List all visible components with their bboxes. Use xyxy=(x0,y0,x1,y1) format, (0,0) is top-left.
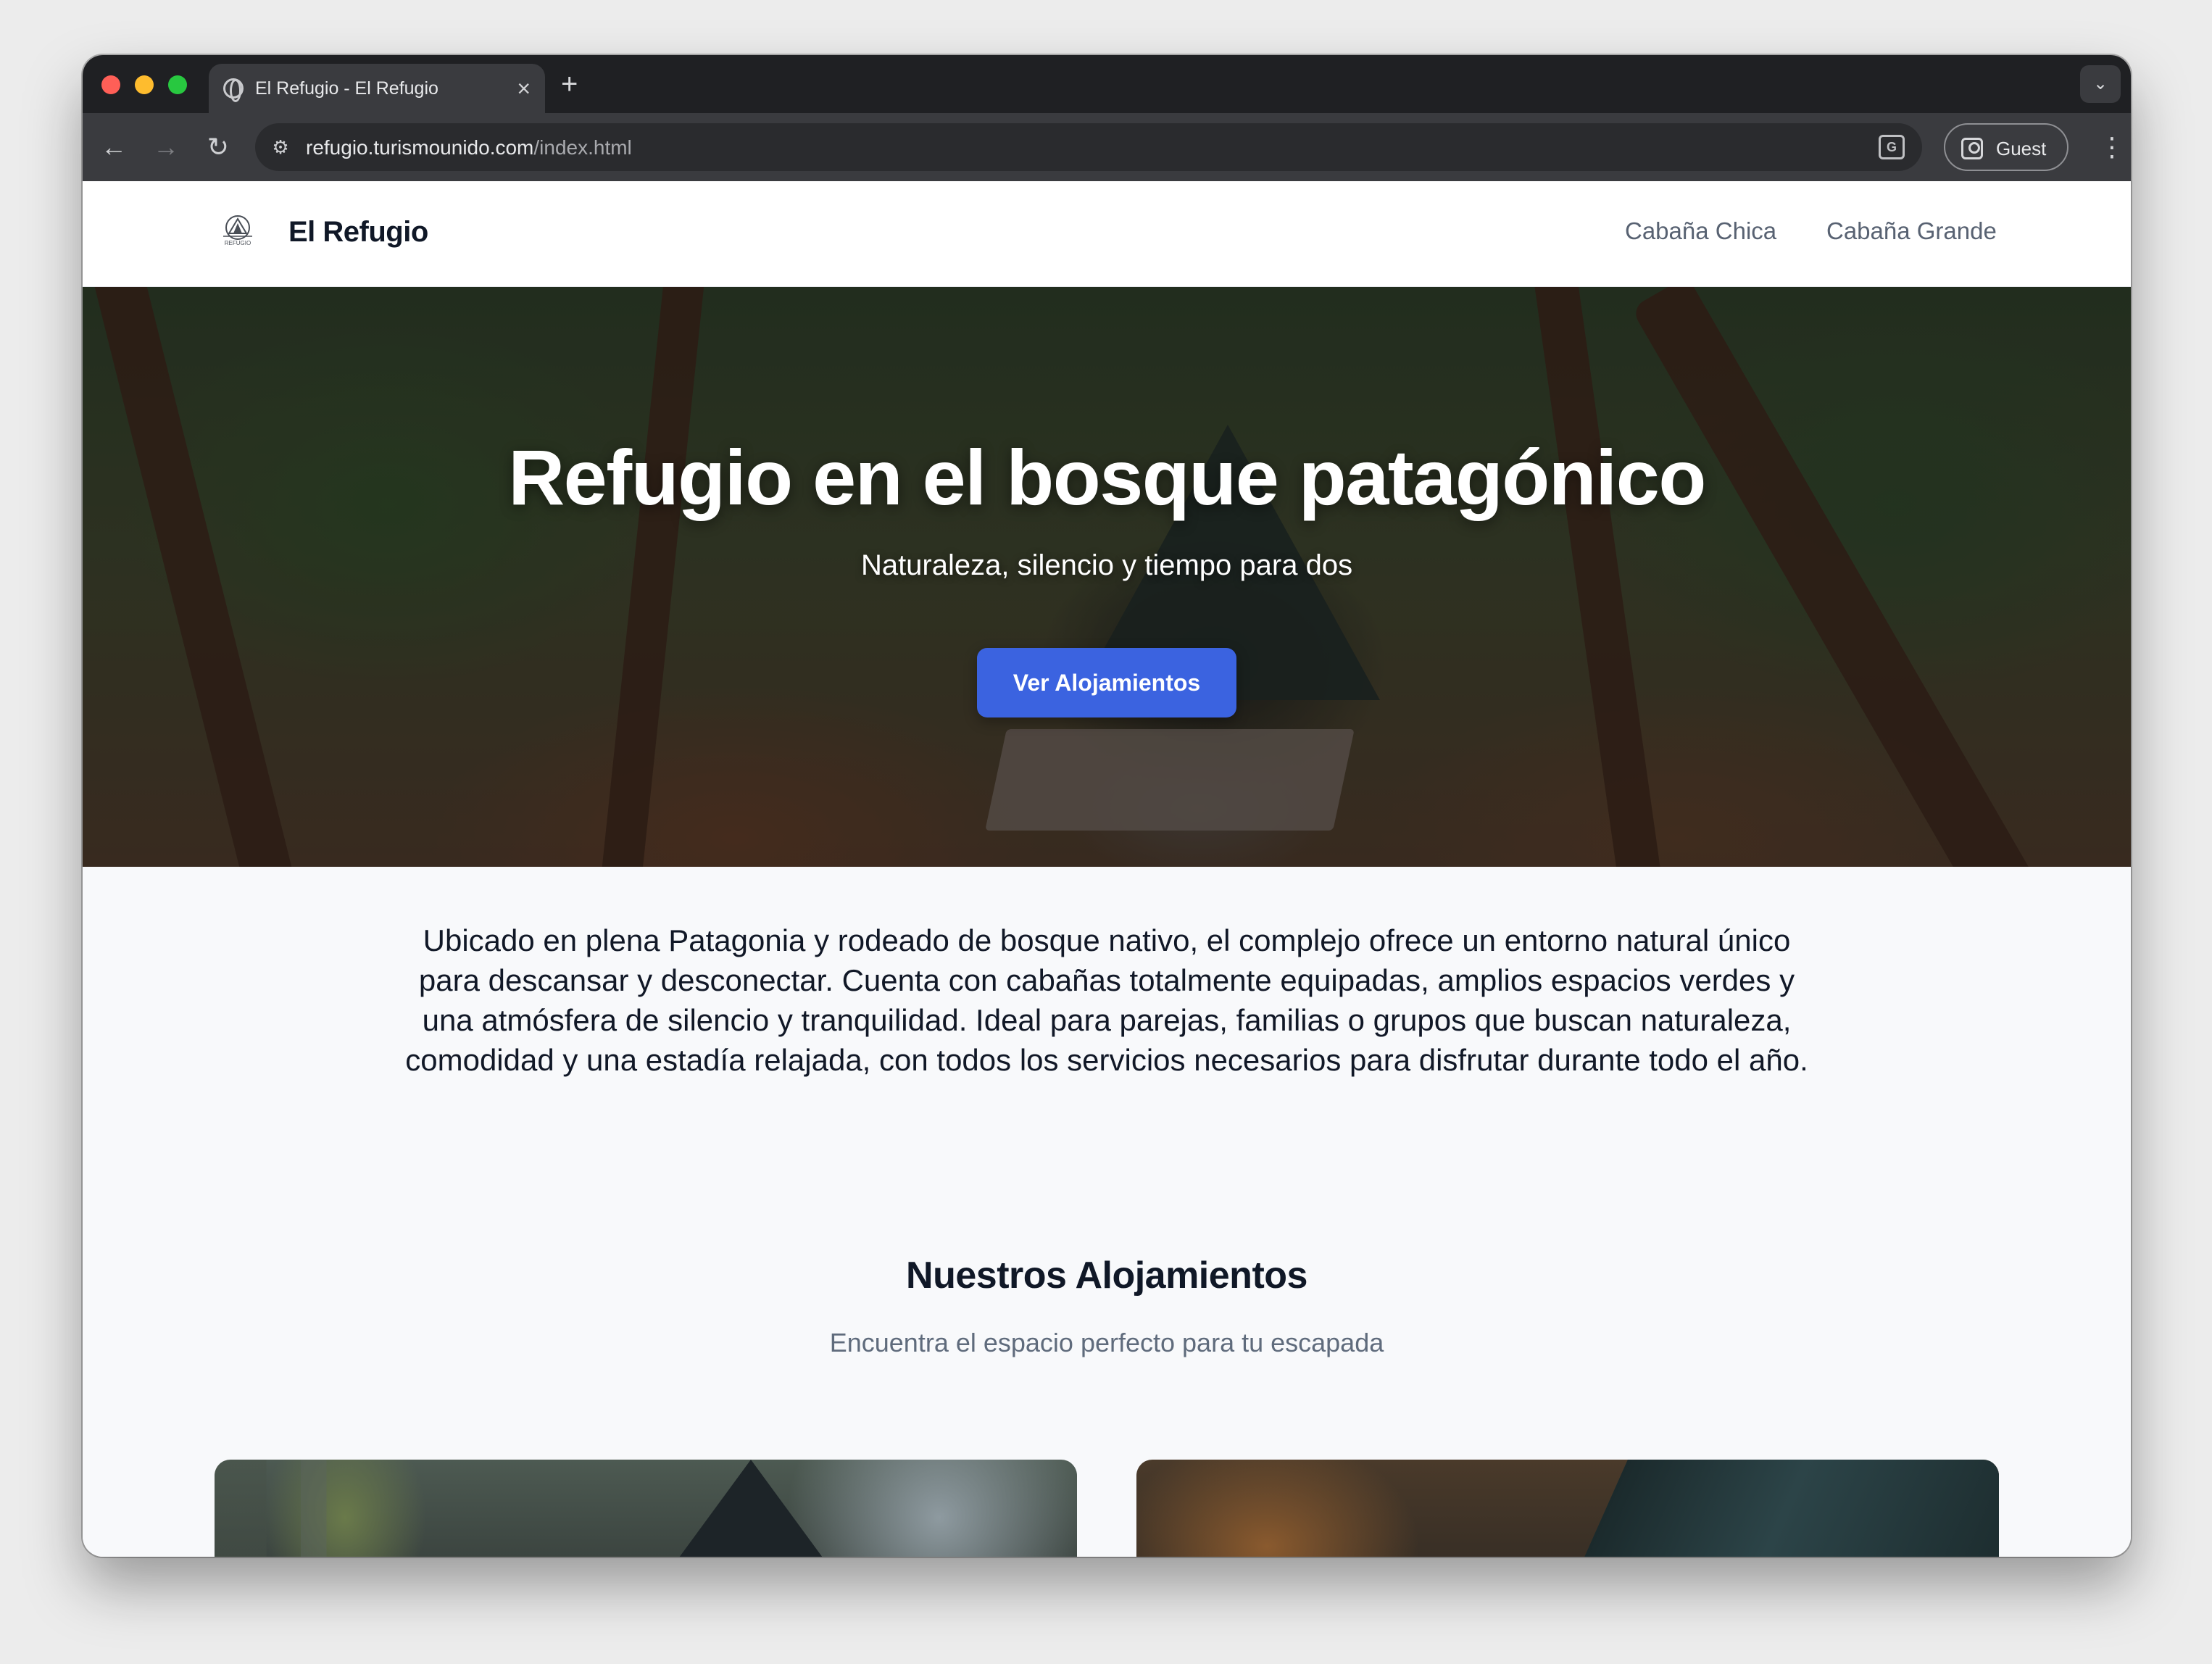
nav-link-cabana-chica[interactable]: Cabaña Chica xyxy=(1625,217,1776,245)
minimize-window-button[interactable] xyxy=(135,75,154,94)
cabin-image-roof xyxy=(1544,1460,1999,1557)
plus-icon[interactable]: + xyxy=(561,68,578,100)
translate-icon[interactable]: G xyxy=(1879,135,1905,159)
nav-link-cabana-grande[interactable]: Cabaña Grande xyxy=(1826,217,1997,245)
accommodation-card-image-grande[interactable] xyxy=(1136,1460,1999,1557)
tab-strip: El Refugio - El Refugio × + ⌄ xyxy=(83,55,2131,113)
site-info-icon[interactable]: ⚙ xyxy=(268,135,293,159)
brand-name[interactable]: El Refugio xyxy=(288,216,428,249)
hero-subtitle: Naturaleza, silencio y tiempo para dos xyxy=(860,549,1353,581)
profile-label: Guest xyxy=(1996,138,2047,159)
back-arrow-icon[interactable]: ← xyxy=(96,129,132,165)
close-window-button[interactable] xyxy=(101,75,120,94)
hero-title: Refugio en el bosque patagónico xyxy=(508,433,1706,521)
cabin-image-roof xyxy=(591,1460,910,1557)
kebab-menu-icon[interactable]: ⋮ xyxy=(2099,129,2125,165)
browser-toolbar: ← → ↻ ⚙ refugio.turismounido.com/index.h… xyxy=(83,113,2131,181)
address-bar[interactable]: ⚙ refugio.turismounido.com/index.html G xyxy=(255,123,1922,171)
accommodations-title: Nuestros Alojamientos xyxy=(906,1255,1307,1297)
url-text[interactable]: refugio.turismounido.com/index.html xyxy=(306,136,632,159)
profile-icon xyxy=(1961,138,1983,159)
browser-window: El Refugio - El Refugio × + ⌄ ← → ↻ ⚙ re… xyxy=(83,55,2131,1557)
intro-paragraph: Ubicado en plena Patagonia y rodeado de … xyxy=(405,923,1808,1077)
close-icon[interactable]: × xyxy=(517,74,531,103)
refugio-logo[interactable]: REFUGIO xyxy=(216,212,259,255)
globe-icon xyxy=(223,78,244,102)
maximize-window-button[interactable] xyxy=(168,75,187,94)
profile-button[interactable]: Guest xyxy=(1944,123,2068,171)
svg-text:REFUGIO: REFUGIO xyxy=(225,240,251,246)
forward-arrow-icon[interactable]: → xyxy=(148,129,184,165)
ver-alojamientos-button[interactable]: Ver Alojamientos xyxy=(977,648,1236,717)
accommodations-subtitle: Encuentra el espacio perfecto para tu es… xyxy=(829,1328,1384,1357)
site-header: REFUGIO El Refugio Cabaña Chica Cabaña G… xyxy=(83,181,2131,287)
accommodation-card-image-chica[interactable] xyxy=(215,1460,1077,1557)
chevron-down-icon[interactable]: ⌄ xyxy=(2080,65,2121,103)
browser-tab[interactable]: El Refugio - El Refugio × xyxy=(209,64,545,113)
page-viewport: REFUGIO El Refugio Cabaña Chica Cabaña G… xyxy=(83,181,2131,1557)
tab-title: El Refugio - El Refugio xyxy=(255,78,438,99)
reload-icon[interactable]: ↻ xyxy=(200,129,236,165)
hero-section: Refugio en el bosque patagónico Naturale… xyxy=(83,287,2131,867)
